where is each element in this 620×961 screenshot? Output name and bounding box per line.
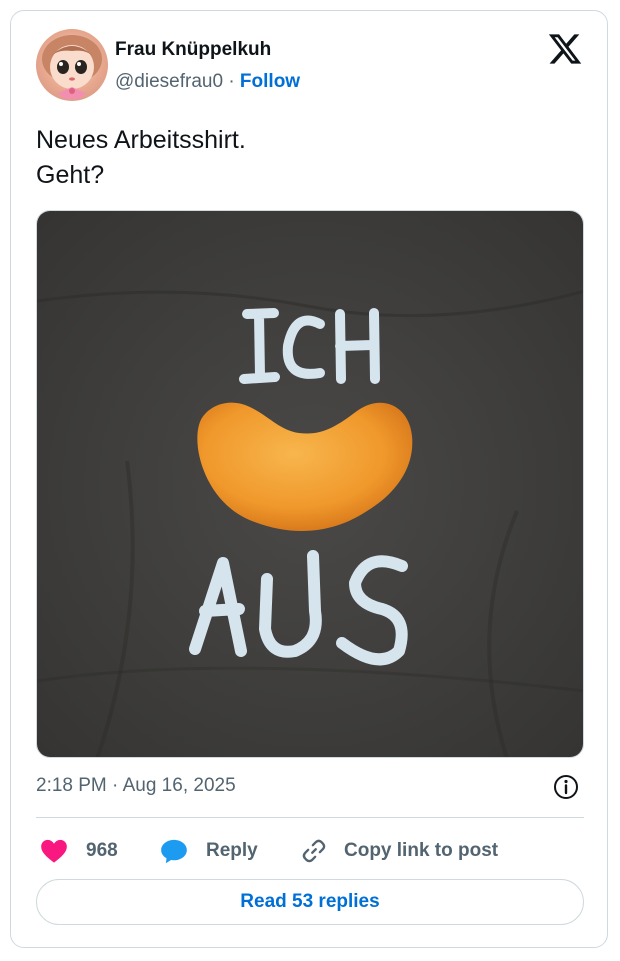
reply-button[interactable]: Reply: [160, 831, 258, 871]
author-name[interactable]: Frau Knüppelkuh: [115, 39, 271, 61]
follow-link[interactable]: Follow: [240, 71, 300, 92]
post-photo[interactable]: [36, 210, 584, 758]
embedded-post-card: Frau Knüppelkuh @diesefrau0 · Follow Neu…: [10, 10, 608, 948]
copy-link-label: Copy link to post: [344, 840, 499, 861]
read-replies-button[interactable]: Read 53 replies: [36, 879, 584, 925]
like-button[interactable]: 968: [40, 831, 118, 871]
link-icon: [302, 839, 326, 863]
reply-label: Reply: [206, 840, 258, 861]
like-count: 968: [86, 840, 118, 861]
post-timestamp[interactable]: 2:18 PM · Aug 16, 2025: [36, 775, 236, 797]
x-logo-icon[interactable]: [547, 31, 583, 67]
author-handle[interactable]: @diesefrau0: [115, 71, 223, 92]
post-text-line: Neues Arbeitsshirt.: [36, 126, 246, 154]
info-icon[interactable]: [553, 774, 579, 800]
avatar[interactable]: [36, 29, 108, 101]
shirt-photo: [37, 211, 583, 757]
post-text-line: Geht?: [36, 161, 105, 189]
post-text: Neues Arbeitsshirt. Geht?: [36, 123, 576, 193]
action-bar: 968 Reply Copy link to post: [36, 831, 584, 871]
speech-bubble-icon: [161, 839, 187, 864]
handle-separator: ·: [228, 71, 235, 92]
heart-icon: [41, 839, 67, 863]
avatar-doll-image: [42, 35, 102, 99]
divider: [36, 817, 584, 818]
copy-link-button[interactable]: Copy link to post: [300, 831, 498, 871]
author-handle-line: @diesefrau0 · Follow: [115, 71, 300, 93]
